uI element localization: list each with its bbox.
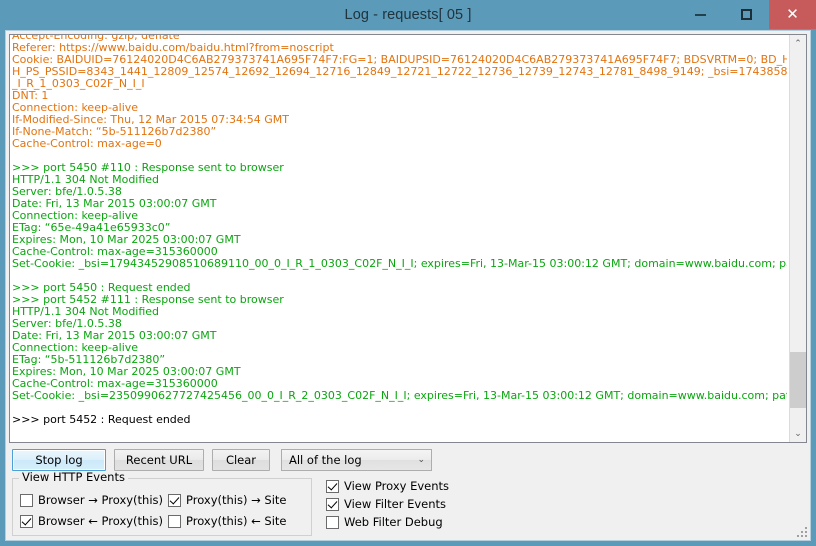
log-line: _I_R_1_0303_C02F_N_I_I [12, 78, 145, 90]
log-line: H_PS_PSSID=8343_1441_12809_12574_12692_1… [12, 66, 787, 78]
log-line: Server: bfe/1.0.5.38 [12, 318, 122, 330]
client-area: Accept-Encoding: gzip, deflate Referer: h… [5, 30, 811, 541]
view-http-events-group: View HTTP Events Browser → Proxy(this) P… [12, 471, 312, 536]
checkbox-label: Proxy(this) ← Site [186, 514, 287, 528]
scroll-up-arrow-icon[interactable]: ⌃ [790, 35, 806, 52]
log-line: HTTP/1.1 304 Not Modified [12, 306, 160, 318]
log-line: Expires: Mon, 10 Mar 2025 03:00:07 GMT [12, 366, 241, 378]
chevron-down-icon: ⌄ [417, 454, 425, 465]
log-line: >>> port 5452 #111 : Response sent to br… [12, 294, 284, 306]
log-line: ETag: “65e-49a41e65933c0” [12, 222, 171, 234]
close-icon: ✕ [786, 6, 799, 23]
log-line: Connection: keep-alive [12, 210, 139, 222]
scrollbar-track[interactable] [790, 52, 806, 425]
checkbox-box[interactable] [326, 516, 339, 529]
checkbox-proxy-to-site[interactable]: Proxy(this) → Site [168, 490, 308, 511]
log-pane: Accept-Encoding: gzip, deflate Referer: h… [9, 34, 807, 443]
log-line: Cache-Control: max-age=315360000 [12, 246, 218, 258]
log-vertical-scrollbar[interactable]: ⌃ ⌄ [789, 35, 806, 442]
checkbox-browser-to-proxy[interactable]: Browser → Proxy(this) [20, 490, 168, 511]
checkbox-box[interactable] [20, 494, 33, 507]
checkbox-label: Browser → Proxy(this) [38, 493, 164, 507]
log-line: Server: bfe/1.0.5.38 [12, 186, 122, 198]
window-title: Log - requests[ 05 ] [344, 7, 472, 23]
log-line: Set-Cookie: _bsi=17943452908510689110_00… [12, 258, 787, 270]
toolbar-row: Stop log Recent URL Clear All of the log… [12, 449, 804, 471]
log-line: Set-Cookie: _bsi=2350990627727425456_00_… [12, 390, 787, 402]
checkbox-proxy-from-site[interactable]: Proxy(this) ← Site [168, 511, 308, 532]
minimize-icon [694, 13, 706, 16]
recent-url-button[interactable]: Recent URL [114, 449, 204, 471]
log-line: Cache-Control: max-age=315360000 [12, 378, 218, 390]
checkbox-label: Browser ← Proxy(this) [38, 514, 164, 528]
checkbox-view-proxy-events[interactable]: View Proxy Events [326, 480, 449, 493]
log-line: Connection: keep-alive [12, 342, 139, 354]
scroll-down-arrow-icon[interactable]: ⌄ [790, 425, 806, 442]
checkbox-box[interactable] [326, 498, 339, 511]
log-blank-line [12, 270, 787, 282]
log-blank-line [12, 150, 787, 162]
controls-panel: Stop log Recent URL Clear All of the log… [6, 443, 810, 540]
checkbox-label: Web Filter Debug [344, 515, 443, 529]
right-options-group: View Proxy Events View Filter Events Web… [326, 478, 449, 536]
log-line: If-Modified-Since: Thu, 12 Mar 2015 07:3… [12, 114, 289, 126]
checkbox-box[interactable] [168, 494, 181, 507]
maximize-button[interactable] [723, 0, 769, 29]
log-line: HTTP/1.1 304 Not Modified [12, 174, 160, 186]
checkbox-box[interactable] [326, 480, 339, 493]
close-button[interactable]: ✕ [769, 0, 816, 29]
log-line: ETag: “5b-511126b7d2380” [12, 354, 166, 366]
log-line: >>> port 5450 #110 : Response sent to br… [12, 162, 284, 174]
log-blank-line [12, 402, 787, 414]
log-window: Log - requests[ 05 ] ✕ Accept-Encoding: … [0, 0, 816, 546]
options-row: View HTTP Events Browser → Proxy(this) P… [12, 471, 804, 536]
log-line: Connection: keep-alive [12, 102, 139, 114]
log-line: Date: Fri, 13 Mar 2015 03:00:07 GMT [12, 198, 217, 210]
resize-grip-icon[interactable] [795, 525, 807, 537]
checkbox-web-filter-debug[interactable]: Web Filter Debug [326, 516, 449, 529]
log-line: Cookie: BAIDUID=76124020D4C6AB279373741A… [12, 54, 787, 66]
checkbox-box[interactable] [168, 515, 181, 528]
title-bar: Log - requests[ 05 ] ✕ [0, 0, 816, 30]
log-line: Referer: https://www.baidu.com/baidu.htm… [12, 42, 334, 54]
stop-log-button[interactable]: Stop log [12, 449, 106, 471]
checkbox-browser-from-proxy[interactable]: Browser ← Proxy(this) [20, 511, 168, 532]
scrollbar-thumb[interactable] [790, 352, 806, 408]
clear-button[interactable]: Clear [212, 449, 270, 471]
log-line: Expires: Mon, 10 Mar 2025 03:00:07 GMT [12, 234, 241, 246]
minimize-button[interactable] [677, 0, 723, 29]
log-text-area[interactable]: Accept-Encoding: gzip, deflate Referer: h… [10, 34, 789, 437]
log-line: If-None-Match: “5b-511126b7d2380” [12, 126, 217, 138]
log-line: Cache-Control: max-age=0 [12, 138, 162, 150]
checkbox-label: Proxy(this) → Site [186, 493, 287, 507]
http-events-checkbox-grid: Browser → Proxy(this) Proxy(this) → Site… [20, 490, 308, 532]
log-filter-select[interactable]: All of the log ⌄ [281, 449, 432, 471]
log-line: Accept-Encoding: gzip, deflate [12, 34, 180, 42]
log-line: Date: Fri, 13 Mar 2015 03:00:07 GMT [12, 330, 217, 342]
checkbox-label: View Filter Events [344, 497, 447, 511]
checkbox-label: View Proxy Events [344, 479, 450, 493]
maximize-icon [740, 9, 752, 20]
window-controls: ✕ [677, 0, 816, 29]
log-filter-value: All of the log [289, 453, 362, 467]
view-http-events-title: View HTTP Events [19, 471, 128, 483]
log-line: >>> port 5450 : Request ended [12, 282, 191, 294]
checkbox-box[interactable] [20, 515, 33, 528]
log-line: DNT: 1 [12, 90, 49, 102]
checkbox-view-filter-events[interactable]: View Filter Events [326, 498, 449, 511]
log-line: >>> port 5452 : Request ended [12, 414, 191, 426]
